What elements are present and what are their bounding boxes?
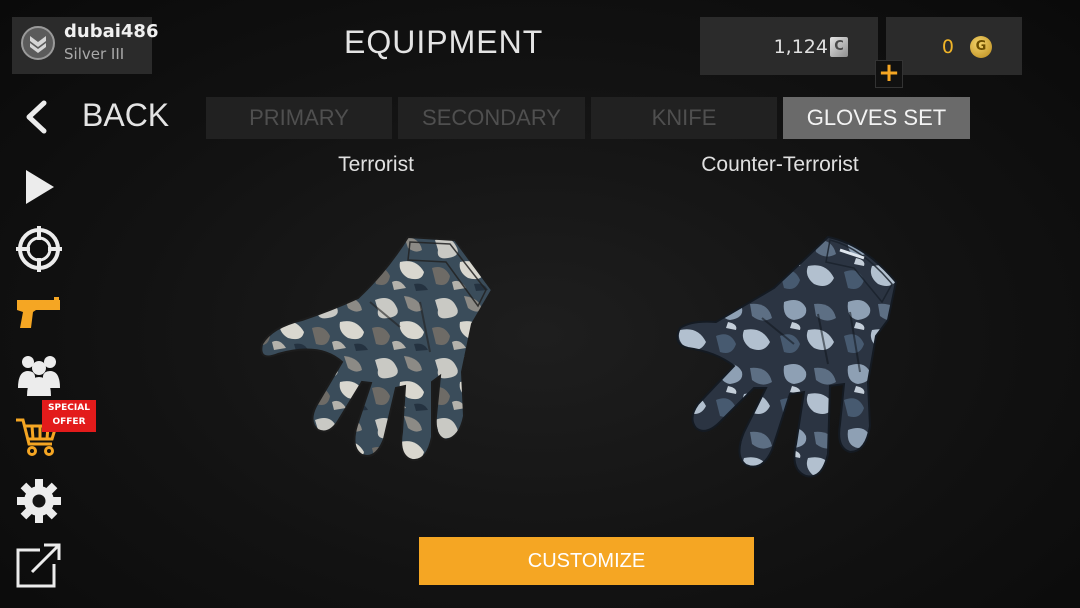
gear-icon[interactable] bbox=[14, 476, 64, 526]
tab-knife[interactable]: KNIFE bbox=[591, 97, 777, 139]
page-title: EQUIPMENT bbox=[344, 24, 544, 60]
player-profile[interactable]: dubai486 Silver III bbox=[12, 17, 158, 74]
username: dubai486 bbox=[64, 21, 159, 42]
external-link-icon[interactable] bbox=[14, 540, 64, 590]
rank-badge-icon bbox=[20, 25, 56, 61]
tab-secondary[interactable]: SECONDARY bbox=[398, 97, 585, 139]
tab-primary[interactable]: PRIMARY bbox=[206, 97, 392, 139]
credits-balance: 1,124 C bbox=[700, 17, 878, 75]
back-label: BACK bbox=[82, 97, 170, 133]
add-gold-button[interactable]: + bbox=[875, 60, 903, 88]
credits-value: 1,124 bbox=[773, 36, 828, 58]
tab-gloves-set[interactable]: GLOVES SET bbox=[783, 97, 970, 139]
pistol-icon[interactable] bbox=[14, 288, 64, 338]
chevron-left-icon bbox=[22, 100, 50, 134]
counter-terrorist-label: Counter-Terrorist bbox=[701, 153, 859, 176]
crosshair-icon[interactable] bbox=[14, 224, 64, 274]
gold-balance: 0 G bbox=[886, 17, 1022, 75]
terrorist-glove-image[interactable] bbox=[250, 232, 500, 472]
terrorist-label: Terrorist bbox=[338, 153, 414, 176]
gold-value: 0 bbox=[941, 36, 954, 58]
credits-icon: C bbox=[830, 37, 848, 57]
team-icon[interactable] bbox=[14, 350, 64, 400]
gold-coin-icon: G bbox=[970, 36, 992, 58]
customize-button[interactable]: CUSTOMIZE bbox=[419, 537, 754, 585]
counter-terrorist-glove-image[interactable] bbox=[650, 232, 910, 487]
back-button[interactable]: BACK bbox=[22, 96, 182, 140]
play-icon[interactable] bbox=[14, 162, 64, 212]
rank-name: Silver III bbox=[64, 45, 125, 63]
special-offer-badge[interactable]: SPECIAL OFFER bbox=[42, 400, 96, 432]
